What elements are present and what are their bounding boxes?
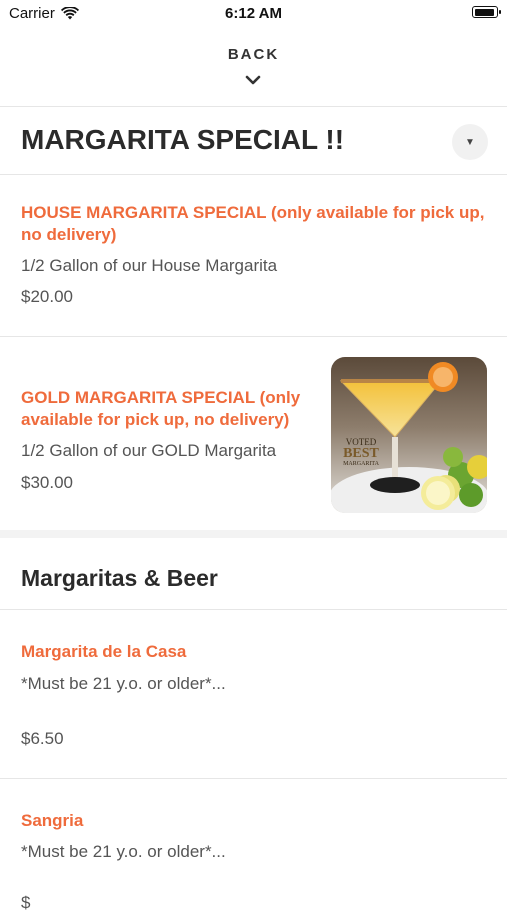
item-image[interactable]: VOTED BEST MARGARITA — [331, 357, 487, 513]
item-description: 1/2 Gallon of our House Margarita — [21, 256, 278, 275]
divider — [0, 778, 507, 779]
item-price: $ — [21, 893, 31, 912]
item-name-line: GOLD MARGARITA SPECIAL (only — [21, 388, 301, 407]
margarita-image — [331, 357, 487, 513]
item-name-line: no delivery) — [21, 225, 117, 244]
item-name: Sangria — [21, 811, 84, 830]
item-description: *Must be 21 y.o. or older*... — [21, 674, 226, 693]
item-price: $30.00 — [21, 473, 73, 492]
section-title: Margaritas & Beer — [21, 565, 218, 591]
item-price: $20.00 — [21, 287, 73, 306]
item-price: $6.50 — [21, 729, 64, 748]
divider — [0, 609, 507, 610]
category-title: MARGARITA SPECIAL !! — [21, 124, 345, 155]
voted-best-badge: VOTED BEST MARGARITA — [343, 437, 379, 467]
item-name-line: available for pick up, no delivery) — [21, 410, 290, 429]
item-name: Margarita de la Casa — [21, 642, 187, 661]
divider — [0, 174, 507, 175]
battery-icon — [472, 6, 501, 18]
item-description: 1/2 Gallon of our GOLD Margarita — [21, 441, 277, 460]
divider — [0, 336, 507, 337]
item-name-line: HOUSE MARGARITA SPECIAL (only available … — [21, 203, 485, 222]
section-divider — [0, 530, 507, 538]
category-dropdown-button[interactable]: ▼ — [452, 124, 488, 160]
item-description: *Must be 21 y.o. or older*... — [21, 842, 226, 861]
status-bar: Carrier 6:12 AM — [0, 0, 507, 28]
status-time: 6:12 AM — [225, 5, 282, 22]
caret-down-icon: ▼ — [465, 136, 475, 148]
divider — [0, 106, 507, 107]
chevron-down-icon[interactable] — [244, 74, 262, 86]
back-button[interactable]: BACK — [0, 46, 507, 63]
